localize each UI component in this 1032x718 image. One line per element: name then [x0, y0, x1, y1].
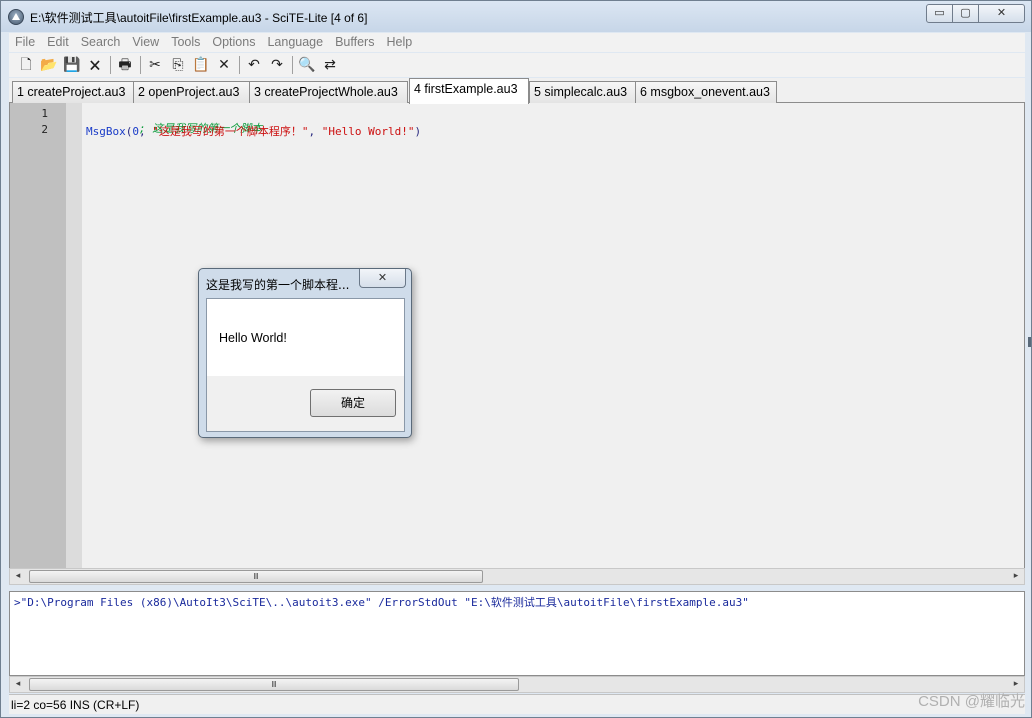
menu-language[interactable]: Language — [261, 33, 329, 52]
scroll-thumb[interactable]: Ⅲ — [29, 570, 483, 583]
output-pane[interactable]: >"D:\Program Files (x86)\AutoIt3\SciTE\.… — [9, 591, 1025, 676]
tab-firstexample[interactable]: 4 firstExample.au3 — [409, 78, 529, 104]
line-number: 2 — [41, 123, 48, 136]
window-title: E:\软件测试工具\autoitFile\firstExample.au3 - … — [30, 11, 368, 25]
find-icon[interactable]: 🔍 — [297, 55, 317, 75]
menu-file[interactable]: File — [9, 33, 41, 52]
menu-bar: File Edit Search View Tools Options Lang… — [9, 33, 1025, 52]
close-file-icon[interactable]: 🗙 — [85, 55, 105, 75]
toolbar: 🗋 📂 💾 🗙 🖶 ✂ ⎘ 📋 ✕ ↶ ↷ 🔍 ⇄ — [9, 53, 1025, 77]
open-folder-icon[interactable]: 📂 — [39, 55, 59, 75]
print-icon[interactable]: 🖶 — [115, 55, 135, 75]
app-icon[interactable] — [8, 9, 24, 25]
tab-createprojectwhole[interactable]: 3 createProjectWhole.au3 — [249, 81, 408, 103]
toolbar-separator — [292, 56, 293, 74]
tab-openproject[interactable]: 2 openProject.au3 — [133, 81, 250, 103]
message-box-dialog: 这是我写的第一个脚本程... ✕ Hello World! 确定 — [198, 268, 412, 438]
undo-icon[interactable]: ↶ — [244, 55, 264, 75]
tab-msgbox-onevent[interactable]: 6 msgbox_onevent.au3 — [635, 81, 777, 103]
dialog-title: 这是我写的第一个脚本程... — [206, 278, 350, 292]
code-line[interactable]: MsgBox(0, "这是我写的第一个脚本程序！", "Hello World!… — [86, 123, 421, 139]
save-icon[interactable]: 💾 — [62, 55, 82, 75]
output-hscrollbar[interactable]: ◂ Ⅲ ▸ — [9, 676, 1025, 693]
toolbar-separator — [140, 56, 141, 74]
close-button[interactable]: ✕ — [979, 4, 1025, 23]
output-line: >"D:\Program Files (x86)\AutoIt3\SciTE\.… — [14, 596, 749, 609]
code-punctuation: , — [139, 125, 153, 138]
cut-icon[interactable]: ✂ — [145, 55, 165, 75]
menu-search[interactable]: Search — [75, 33, 127, 52]
new-file-icon[interactable]: 🗋 — [16, 55, 36, 75]
scite-window: E:\软件测试工具\autoitFile\firstExample.au3 - … — [0, 0, 1032, 718]
menu-edit[interactable]: Edit — [41, 33, 75, 52]
tab-createproject[interactable]: 1 createProject.au3 — [12, 81, 134, 103]
code-number: 0 — [132, 125, 139, 138]
scroll-left-arrow[interactable]: ◂ — [10, 677, 26, 692]
menu-view[interactable]: View — [126, 33, 165, 52]
dialog-content: Hello World! — [207, 299, 404, 376]
editor-hscrollbar[interactable]: ◂ Ⅲ ▸ — [9, 568, 1025, 585]
paste-icon[interactable]: 📋 — [191, 55, 211, 75]
menu-buffers[interactable]: Buffers — [329, 33, 380, 52]
maximize-button[interactable]: ▢ — [953, 4, 979, 23]
replace-icon[interactable]: ⇄ — [320, 55, 340, 75]
dialog-close-button[interactable]: ✕ — [359, 269, 406, 288]
ok-button[interactable]: 确定 — [310, 389, 396, 417]
dialog-body: Hello World! 确定 — [206, 298, 405, 432]
copy-icon[interactable]: ⎘ — [168, 55, 188, 75]
menu-tools[interactable]: Tools — [165, 33, 206, 52]
title-bar[interactable]: E:\软件测试工具\autoitFile\firstExample.au3 - … — [1, 1, 1031, 32]
tab-simplecalc[interactable]: 5 simplecalc.au3 — [529, 81, 636, 103]
window-controls: ▭ ▢ ✕ — [926, 4, 1025, 23]
code-string: "这是我写的第一个脚本程序！" — [152, 125, 309, 138]
status-text: li=2 co=56 INS (CR+LF) — [11, 698, 140, 712]
menu-options[interactable]: Options — [206, 33, 261, 52]
delete-icon[interactable]: ✕ — [214, 55, 234, 75]
window-edge-mark — [1028, 337, 1031, 347]
minimize-button[interactable]: ▭ — [926, 4, 953, 23]
buffer-tabs: 1 createProject.au3 2 openProject.au3 3 … — [9, 78, 1025, 104]
dialog-message: Hello World! — [219, 331, 287, 345]
code-punctuation: ) — [414, 125, 422, 138]
status-bar: li=2 co=56 INS (CR+LF) — [9, 694, 1025, 714]
line-number: 1 — [41, 107, 48, 120]
menu-help[interactable]: Help — [380, 33, 418, 52]
toolbar-separator — [239, 56, 240, 74]
watermark: CSDN @耀临光 — [918, 693, 1025, 710]
code-string: "Hello World!" — [321, 125, 415, 138]
fold-margin[interactable] — [66, 103, 82, 568]
line-number-margin: 1 2 — [10, 103, 66, 568]
code-editor[interactable]: 1 2 ; 这是我写的第一个脚本 MsgBox(0, "这是我写的第一个脚本程序… — [9, 103, 1025, 568]
scroll-thumb[interactable]: Ⅲ — [29, 678, 519, 691]
code-function: MsgBox — [86, 125, 126, 138]
toolbar-separator — [110, 56, 111, 74]
redo-icon[interactable]: ↷ — [267, 55, 287, 75]
code-punctuation: , — [308, 125, 322, 138]
scroll-right-arrow[interactable]: ▸ — [1008, 569, 1024, 584]
scroll-left-arrow[interactable]: ◂ — [10, 569, 26, 584]
